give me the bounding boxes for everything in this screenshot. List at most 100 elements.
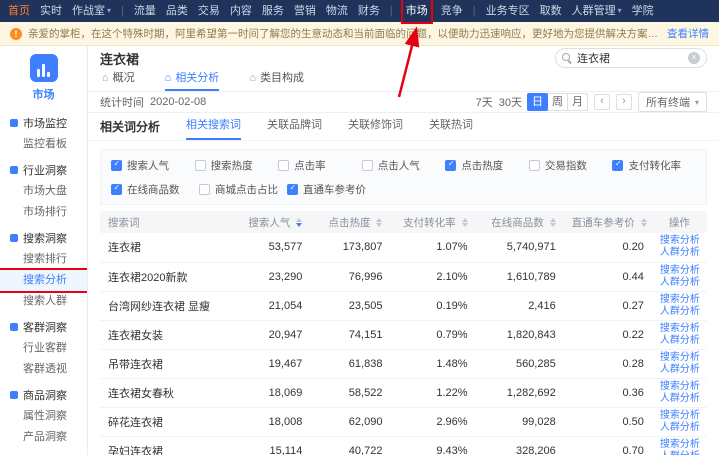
sidebar-group-product-insight[interactable]: 商品洞察 xyxy=(0,384,87,406)
search-analysis-link[interactable]: 搜索分析 xyxy=(660,294,699,306)
stat-date[interactable]: 2020-02-08 xyxy=(150,96,206,108)
checkbox-icon[interactable] xyxy=(362,160,373,171)
nav-item-logistics[interactable]: 物流 xyxy=(326,0,348,22)
subtab-related-search-words[interactable]: 相关搜索词 xyxy=(186,112,241,140)
granularity-week-button[interactable]: 周 xyxy=(547,93,568,111)
nav-item-finance[interactable]: 财务 xyxy=(358,0,380,22)
notice-detail-link[interactable]: 查看详情 xyxy=(667,26,709,41)
metric-search-popularity[interactable]: 搜索人气 xyxy=(111,158,195,173)
metric-trade-index[interactable]: 交易指数 xyxy=(529,158,613,173)
cell-actions: 搜索分析 人群分析 xyxy=(652,436,707,455)
cell-conversion: 2.10% xyxy=(390,262,475,291)
nav-item-content[interactable]: 内容 xyxy=(230,0,252,22)
nav-item-traffic[interactable]: 流量 xyxy=(134,0,156,22)
market-module-logo[interactable]: 市场 xyxy=(0,46,87,108)
audience-analysis-link[interactable]: 人群分析 xyxy=(660,451,699,455)
sidebar-item-product-insight[interactable]: 产品洞察 xyxy=(0,427,87,448)
col-search-popularity[interactable]: 搜索人气 xyxy=(230,211,310,233)
search-analysis-link[interactable]: 搜索分析 xyxy=(660,352,699,364)
granularity-day-button[interactable]: 日 xyxy=(527,93,548,111)
sidebar-item-search-audience[interactable]: 搜索人群 xyxy=(0,291,87,312)
metric-ztc-reference-price[interactable]: 直通车参考价 xyxy=(287,182,375,197)
checkbox-checked-icon[interactable] xyxy=(287,184,298,195)
metric-payment-conversion[interactable]: 支付转化率 xyxy=(612,158,696,173)
audience-analysis-link[interactable]: 人群分析 xyxy=(660,393,699,405)
col-payment-conversion[interactable]: 支付转化率 xyxy=(390,211,475,233)
keyword-search-input[interactable]: 连衣裙 × xyxy=(555,48,707,68)
sidebar-item-search-ranking[interactable]: 搜索排行 xyxy=(0,249,87,270)
search-analysis-link[interactable]: 搜索分析 xyxy=(660,410,699,422)
audience-analysis-link[interactable]: 人群分析 xyxy=(660,335,699,347)
audience-analysis-link[interactable]: 人群分析 xyxy=(660,306,699,318)
nav-item-warroom[interactable]: 作战室 ▾ xyxy=(72,0,111,22)
cell-online-items: 2,416 xyxy=(476,291,564,320)
sidebar-item-attribute-insight[interactable]: 属性洞察 xyxy=(0,406,87,427)
sidebar-item-industry-audience[interactable]: 行业客群 xyxy=(0,338,87,359)
nav-item-category[interactable]: 品类 xyxy=(166,0,188,22)
nav-item-realtime[interactable]: 实时 xyxy=(40,0,62,22)
tab-related-analysis[interactable]: ⌂ 相关分析 xyxy=(165,67,220,91)
sidebar-group-audience-insight[interactable]: 客群洞察 xyxy=(0,316,87,338)
sidebar-group-market-monitor[interactable]: 市场监控 xyxy=(0,112,87,134)
granularity-month-button[interactable]: 月 xyxy=(567,93,588,111)
nav-item-service[interactable]: 服务 xyxy=(262,0,284,22)
checkbox-checked-icon[interactable] xyxy=(111,184,122,195)
col-click-heat[interactable]: 点击热度 xyxy=(310,211,390,233)
sidebar-item-search-analysis[interactable]: 搜索分析 xyxy=(0,270,87,291)
square-icon xyxy=(10,234,18,242)
sidebar-item-audience-perspective[interactable]: 客群透视 xyxy=(0,359,87,380)
checkbox-icon[interactable] xyxy=(278,160,289,171)
prev-period-button[interactable]: ‹ xyxy=(594,94,610,110)
search-analysis-link[interactable]: 搜索分析 xyxy=(660,235,699,247)
nav-item-audience[interactable]: 人群管理 ▾ xyxy=(572,0,622,22)
audience-analysis-link[interactable]: 人群分析 xyxy=(660,247,699,259)
metric-click-rate[interactable]: 点击率 xyxy=(278,158,362,173)
metric-search-heat[interactable]: 搜索热度 xyxy=(195,158,279,173)
checkbox-checked-icon[interactable] xyxy=(111,160,122,171)
col-ztc-price[interactable]: 直通车参考价 xyxy=(564,211,652,233)
checkbox-checked-icon[interactable] xyxy=(445,160,456,171)
sidebar-item-market-overview[interactable]: 市场大盘 xyxy=(0,181,87,202)
checkbox-checked-icon[interactable] xyxy=(612,160,623,171)
audience-analysis-link[interactable]: 人群分析 xyxy=(660,364,699,376)
nav-item-marketing[interactable]: 营销 xyxy=(294,0,316,22)
cell-keyword: 连衣裙女春秋 xyxy=(100,378,230,407)
search-analysis-link[interactable]: 搜索分析 xyxy=(660,323,699,335)
checkbox-icon[interactable] xyxy=(195,160,206,171)
audience-analysis-link[interactable]: 人群分析 xyxy=(660,277,699,289)
checkbox-icon[interactable] xyxy=(199,184,210,195)
nav-item-market[interactable]: 市场 xyxy=(403,0,431,22)
notice-bar: ! 亲爱的掌柜，在这个特殊时期，阿里希望第一时间了解您的生意动态和当前面临的问题… xyxy=(0,22,719,46)
sidebar-item-market-ranking[interactable]: 市场排行 xyxy=(0,202,87,223)
next-period-button[interactable]: › xyxy=(616,94,632,110)
audience-analysis-link[interactable]: 人群分析 xyxy=(660,422,699,434)
sidebar-group-industry-insight[interactable]: 行业洞察 xyxy=(0,159,87,181)
nav-item-home[interactable]: 首页 xyxy=(8,0,30,22)
metric-online-items[interactable]: 在线商品数 xyxy=(111,182,199,197)
metric-click-heat[interactable]: 点击热度 xyxy=(445,158,529,173)
search-analysis-link[interactable]: 搜索分析 xyxy=(660,381,699,393)
tab-category-composition[interactable]: ⌂ 类目构成 xyxy=(249,67,304,91)
sidebar-group-search-insight[interactable]: 搜索洞察 xyxy=(0,227,87,249)
range-30d-button[interactable]: 30天 xyxy=(499,94,522,110)
nav-item-trade[interactable]: 交易 xyxy=(198,0,220,22)
subtab-related-hot-words[interactable]: 关联热词 xyxy=(429,112,473,140)
metric-mall-click-share[interactable]: 商城点击占比 xyxy=(199,182,287,197)
metric-click-popularity[interactable]: 点击人气 xyxy=(362,158,446,173)
nav-item-data-fetch[interactable]: 取数 xyxy=(540,0,562,22)
tab-overview[interactable]: ⌂ 概况 xyxy=(102,67,135,91)
nav-item-academy[interactable]: 学院 xyxy=(632,0,654,22)
checkbox-icon[interactable] xyxy=(529,160,540,171)
range-7d-button[interactable]: 7天 xyxy=(476,94,493,110)
search-analysis-link[interactable]: 搜索分析 xyxy=(660,265,699,277)
clear-icon[interactable]: × xyxy=(688,52,700,64)
terminal-select[interactable]: 所有终端 ▾ xyxy=(638,92,707,112)
sidebar-item-monitor-board[interactable]: 监控看板 xyxy=(0,134,87,155)
subtab-related-brand-words[interactable]: 关联品牌词 xyxy=(267,112,322,140)
search-analysis-link[interactable]: 搜索分析 xyxy=(660,439,699,451)
keyword-title: 连衣裙 xyxy=(100,49,139,68)
nav-item-competition[interactable]: 竞争 xyxy=(441,0,463,22)
col-online-items[interactable]: 在线商品数 xyxy=(476,211,564,233)
subtab-related-modifier-words[interactable]: 关联修饰词 xyxy=(348,112,403,140)
nav-item-business-zone[interactable]: 业务专区 xyxy=(486,0,530,22)
